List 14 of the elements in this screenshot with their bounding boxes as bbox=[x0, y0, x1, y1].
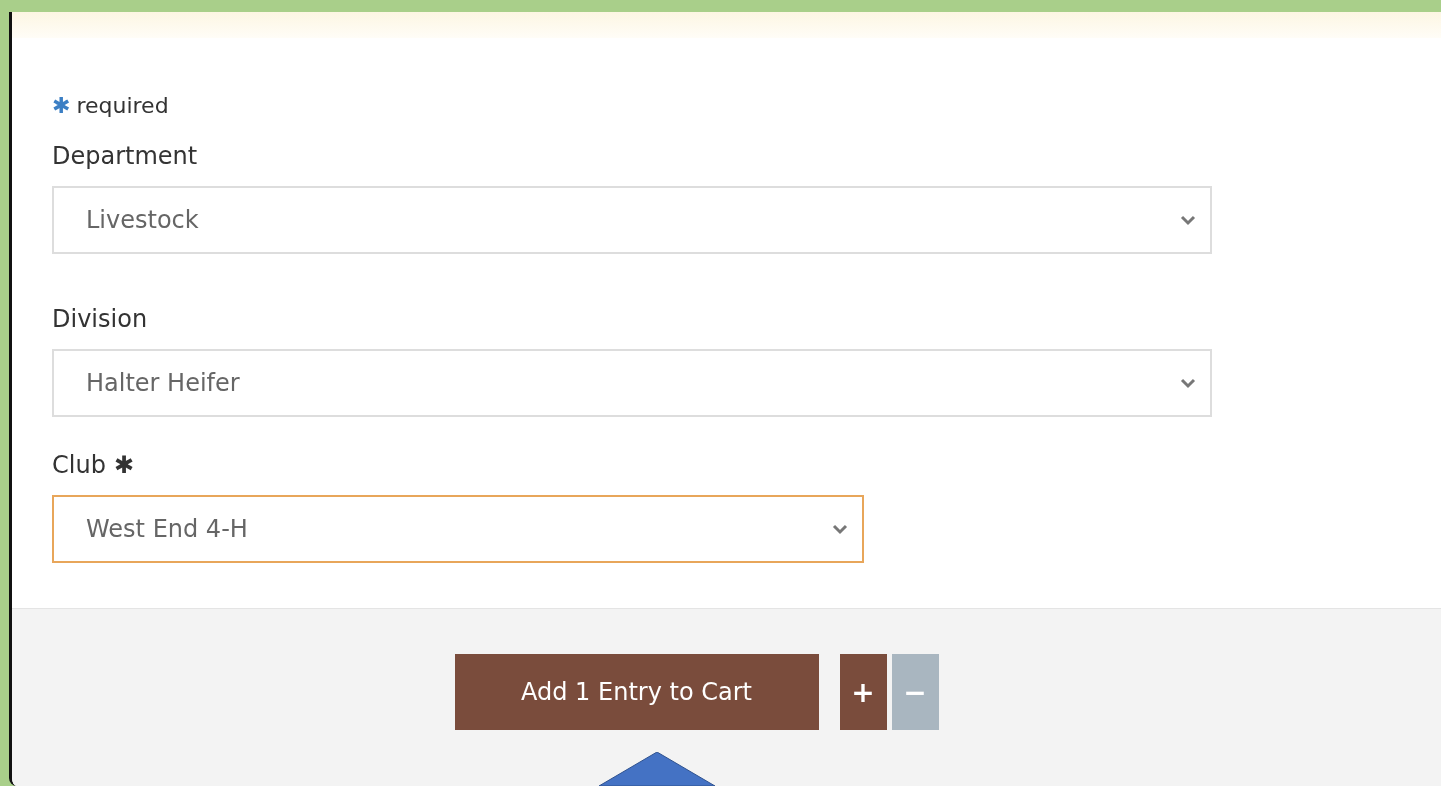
required-note: required bbox=[76, 92, 169, 118]
chevron-down-icon bbox=[1180, 377, 1196, 389]
select-field[interactable]: Livestock bbox=[52, 186, 1212, 254]
chevron-down-icon bbox=[1180, 214, 1196, 226]
increase-button[interactable]: + bbox=[839, 654, 887, 730]
field-label: Club bbox=[52, 451, 106, 479]
add-to-cart-button[interactable]: Add 1 Entry to Cart bbox=[454, 654, 819, 730]
select-field[interactable]: West End 4-H bbox=[52, 495, 864, 563]
chevron-down-icon bbox=[832, 523, 848, 535]
required-icon: ✱ bbox=[113, 451, 134, 479]
select-field[interactable]: Halter Heifer bbox=[52, 349, 1212, 417]
field-label: Department bbox=[52, 142, 198, 170]
required-icon: ✱ bbox=[52, 92, 71, 118]
field-label: Division bbox=[52, 305, 148, 333]
